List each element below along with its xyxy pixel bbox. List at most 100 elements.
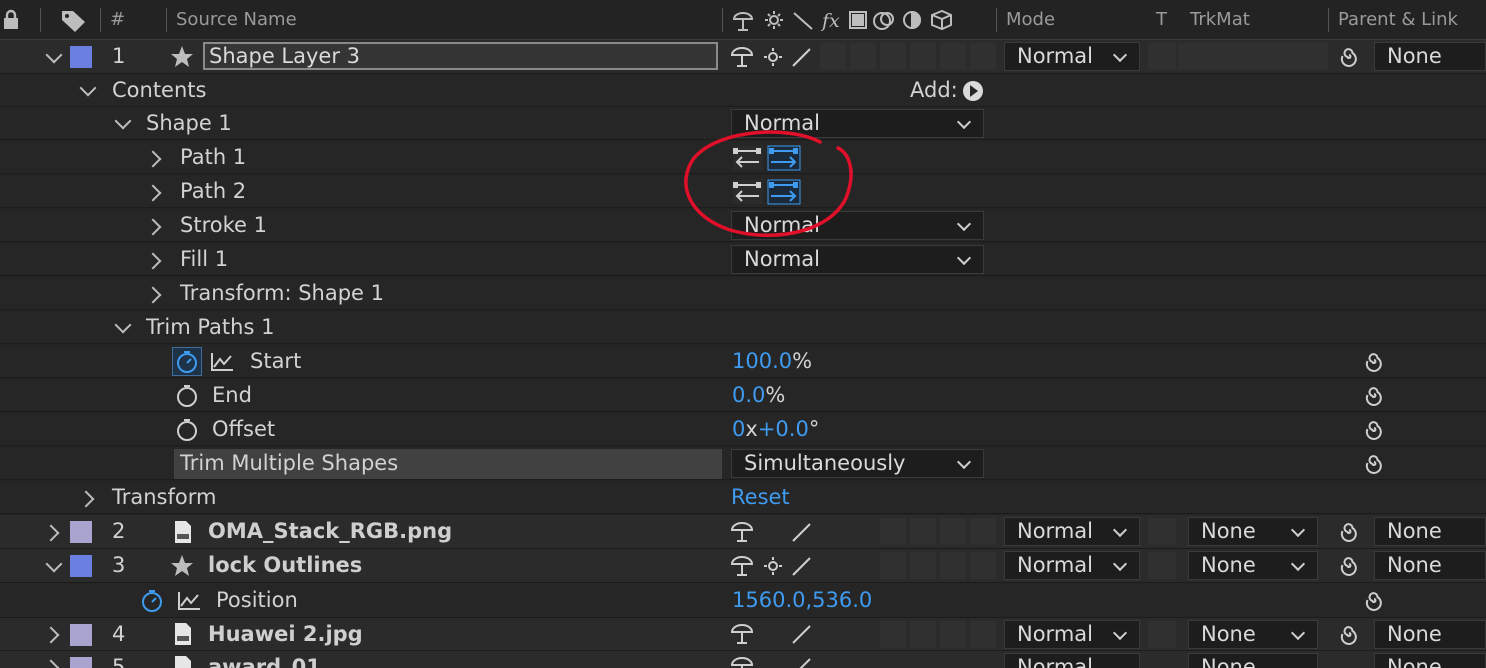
trim-offset-row[interactable]: Offset 0x+0.0° <box>0 413 1486 446</box>
layer-2-mode-dropdown[interactable]: Normal <box>1004 517 1140 546</box>
contents-row[interactable]: Contents Add: <box>0 74 1486 107</box>
layer-4-name[interactable]: Huawei 2.jpg <box>208 618 363 651</box>
layer-1-mode-dropdown[interactable]: Normal <box>1004 42 1140 71</box>
layer-2-parent-dropdown[interactable]: None <box>1374 517 1486 546</box>
layer-4-expand-chevron-icon[interactable] <box>42 626 60 644</box>
layer-row-4[interactable]: 4 Huawei 2.jpg Normal None None <box>0 618 1486 651</box>
layer-5-index: 5 <box>112 655 126 668</box>
index-column-header[interactable]: # <box>110 0 125 40</box>
layer-1-parent-dropdown[interactable]: None <box>1374 42 1486 71</box>
path-1-label: Path 1 <box>180 145 247 169</box>
layer-4-mode-dropdown[interactable]: Normal <box>1004 620 1140 649</box>
layer-2-label-color[interactable] <box>70 521 92 543</box>
shape-1-label: Shape 1 <box>146 111 232 135</box>
layer-row-5[interactable]: 5 award_01 Normal None None <box>0 651 1486 668</box>
fill-1-blend-dropdown[interactable]: Normal <box>731 245 984 274</box>
start-pickwhip-icon[interactable] <box>1363 350 1385 372</box>
offset-stopwatch-icon[interactable] <box>175 418 199 442</box>
fill-1-chevron-icon[interactable] <box>144 252 162 270</box>
end-pickwhip-icon[interactable] <box>1363 384 1385 406</box>
layer-4-parent-pickwhip-icon[interactable] <box>1338 623 1360 645</box>
layer-5-file-icon <box>175 656 191 668</box>
column-header: # Source Name fx Mode T TrkMat Parent & … <box>0 0 1486 40</box>
layer-1-collapse-chevron-icon[interactable] <box>45 46 63 64</box>
path-1-chevron-icon[interactable] <box>144 150 162 168</box>
layer-2-parent-pickwhip-icon[interactable] <box>1338 520 1360 542</box>
layer-5-name[interactable]: award_01 <box>208 651 321 668</box>
add-play-icon[interactable] <box>962 80 984 102</box>
offset-value[interactable]: 0x+0.0° <box>732 413 819 446</box>
label-tag-icon[interactable] <box>60 9 88 33</box>
layer-row-2[interactable]: 2 OMA_Stack_RGB.png Normal None None <box>0 515 1486 549</box>
layer-5-mode-dropdown[interactable]: Normal <box>1004 653 1140 668</box>
fill-1-row[interactable]: Fill 1 Normal <box>0 243 1486 276</box>
transform-shape-1-label: Transform: Shape 1 <box>180 281 385 305</box>
layer-1-parent-pickwhip-icon[interactable] <box>1338 45 1360 67</box>
start-stopwatch-icon[interactable] <box>175 350 199 374</box>
path-2-label: Path 2 <box>180 179 247 203</box>
transform-reset-link[interactable]: Reset <box>731 481 790 514</box>
layer-5-parent-dropdown[interactable]: None <box>1374 653 1486 668</box>
layer-5-expand-chevron-icon[interactable] <box>42 659 60 668</box>
transform-chevron-icon[interactable] <box>77 490 95 508</box>
trim-multiple-pickwhip-icon[interactable] <box>1363 452 1385 474</box>
mode-column-header[interactable]: Mode <box>1006 0 1055 40</box>
start-graph-icon[interactable] <box>210 352 234 372</box>
trim-multiple-dropdown[interactable]: Simultaneously <box>731 449 984 478</box>
path-2-chevron-icon[interactable] <box>144 184 162 202</box>
layer-3-trkmat-dropdown[interactable]: None <box>1188 551 1318 580</box>
parent-link-column-header[interactable]: Parent & Link <box>1338 0 1458 40</box>
trkmat-column-header[interactable]: TrkMat <box>1190 0 1250 40</box>
shape-1-chevron-icon[interactable] <box>114 112 132 130</box>
layer-3-label-color[interactable] <box>70 555 92 577</box>
position-label: Position <box>216 588 298 612</box>
contents-chevron-icon[interactable] <box>79 79 97 97</box>
layer-5-label-color[interactable] <box>70 657 92 668</box>
trim-multiple-row[interactable]: Trim Multiple Shapes Simultaneously <box>0 447 1486 480</box>
layer-2-name[interactable]: OMA_Stack_RGB.png <box>208 515 452 548</box>
layer-3-parent-pickwhip-icon[interactable] <box>1338 554 1360 576</box>
layer-4-trkmat-dropdown[interactable]: None <box>1188 620 1318 649</box>
layer-3-parent-dropdown[interactable]: None <box>1374 551 1486 580</box>
layer-5-switches[interactable] <box>730 656 820 668</box>
layer-4-switches[interactable] <box>730 623 820 645</box>
position-graph-icon[interactable] <box>177 591 201 611</box>
layer-3-collapse-chevron-icon[interactable] <box>45 555 63 573</box>
source-name-column-header[interactable]: Source Name <box>176 0 297 40</box>
transform-shape-1-chevron-icon[interactable] <box>144 286 162 304</box>
fill-1-label: Fill 1 <box>180 247 229 271</box>
layer-5-trkmat-dropdown[interactable]: None <box>1188 653 1318 668</box>
position-value[interactable]: 1560.0,536.0 <box>732 583 872 618</box>
layer-2-file-icon <box>175 521 191 543</box>
lock-icon[interactable] <box>2 9 20 31</box>
layer-1-name-field[interactable]: Shape Layer 3 <box>203 42 718 70</box>
position-pickwhip-icon[interactable] <box>1363 589 1385 611</box>
position-stopwatch-icon[interactable] <box>140 589 164 613</box>
layer-1-switches[interactable] <box>730 46 820 68</box>
transform-row[interactable]: Transform Reset <box>0 481 1486 514</box>
layer-row-1[interactable]: 1 Shape Layer 3 Normal None <box>0 40 1486 74</box>
layer-3-switches[interactable] <box>730 555 820 577</box>
trim-paths-1-row[interactable]: Trim Paths 1 <box>0 311 1486 344</box>
start-value[interactable]: 100.0% <box>732 345 812 378</box>
red-annotation-circle <box>684 130 853 238</box>
layer-4-parent-dropdown[interactable]: None <box>1374 620 1486 649</box>
end-stopwatch-icon[interactable] <box>175 384 199 408</box>
trim-paths-chevron-icon[interactable] <box>114 316 132 334</box>
trim-start-row[interactable]: Start 100.0% <box>0 345 1486 378</box>
layer-3-mode-dropdown[interactable]: Normal <box>1004 551 1140 580</box>
trim-end-row[interactable]: End 0.0% <box>0 379 1486 412</box>
offset-pickwhip-icon[interactable] <box>1363 418 1385 440</box>
layer-3-position-row[interactable]: Position 1560.0,536.0 <box>0 583 1486 618</box>
track-matte-t-column-header[interactable]: T <box>1156 0 1167 40</box>
layer-3-name[interactable]: lock Outlines <box>208 549 362 582</box>
layer-1-label-color[interactable] <box>70 46 92 68</box>
layer-2-switches[interactable] <box>730 521 820 543</box>
layer-2-trkmat-dropdown[interactable]: None <box>1188 517 1318 546</box>
stroke-1-chevron-icon[interactable] <box>144 218 162 236</box>
end-value[interactable]: 0.0% <box>732 379 785 412</box>
layer-4-label-color[interactable] <box>70 624 92 646</box>
layer-2-expand-chevron-icon[interactable] <box>42 524 60 542</box>
layer-row-3[interactable]: 3 lock Outlines Normal None None <box>0 549 1486 583</box>
transform-shape-1-row[interactable]: Transform: Shape 1 <box>0 277 1486 310</box>
